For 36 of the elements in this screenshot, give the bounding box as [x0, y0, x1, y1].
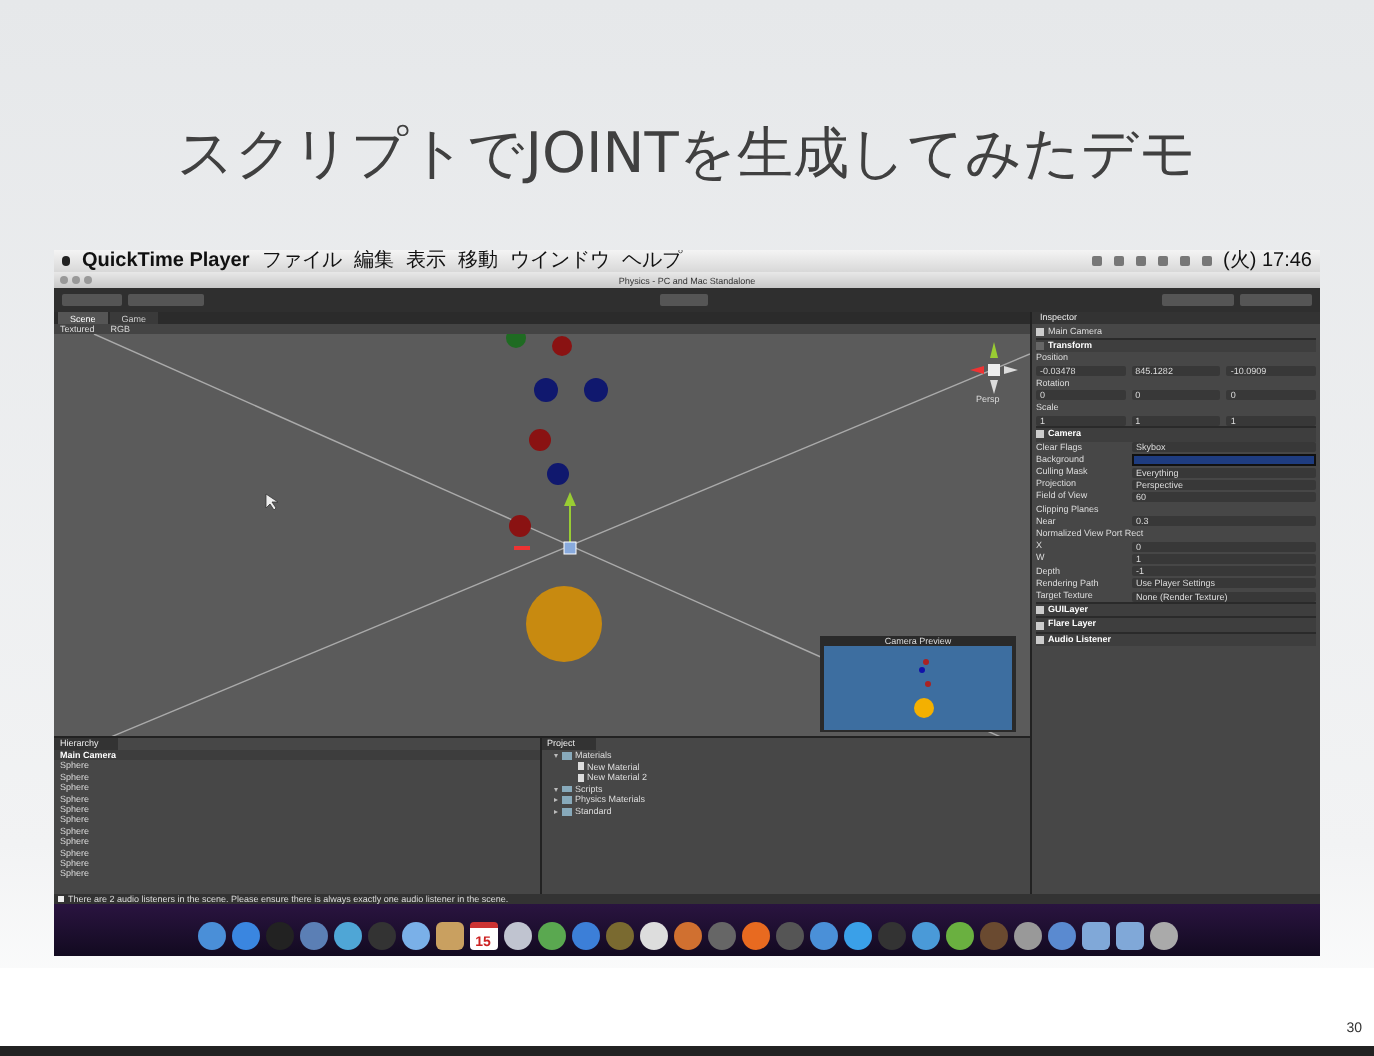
menu-item[interactable]: 表示	[405, 250, 446, 272]
checkbox[interactable]	[1036, 606, 1044, 615]
app-icon[interactable]	[197, 922, 225, 950]
folder-icon	[561, 752, 571, 760]
app-icon[interactable]	[1149, 922, 1177, 950]
menu-app-name[interactable]: QuickTime Player	[82, 250, 250, 272]
info-icon	[58, 896, 64, 902]
app-icon[interactable]	[401, 922, 429, 950]
checkbox[interactable]	[1036, 430, 1044, 439]
move-gizmo-drawing[interactable]	[514, 492, 577, 555]
checkbox[interactable]	[1036, 635, 1044, 644]
app-icon[interactable]	[333, 922, 361, 950]
app-icon[interactable]	[1013, 922, 1041, 950]
axis-gizmo-drawing[interactable]	[970, 342, 1018, 394]
checkbox[interactable]	[1036, 621, 1044, 630]
app-icon[interactable]	[809, 922, 837, 950]
menu-item[interactable]: 移動	[457, 250, 498, 272]
menu-clock[interactable]: (火) 17:46	[1223, 250, 1312, 272]
slide-title: スクリプトでJOINTを生成してみたデモ	[177, 118, 1197, 190]
menu-item[interactable]: ファイル	[261, 250, 342, 272]
color-swatch[interactable]	[1132, 453, 1316, 466]
app-icon[interactable]	[639, 922, 667, 950]
checkbox[interactable]	[1036, 328, 1044, 336]
cursor-icon	[265, 493, 279, 511]
app-icon[interactable]	[435, 922, 463, 950]
app-icon[interactable]	[911, 922, 939, 950]
app-icon[interactable]	[537, 922, 565, 950]
app-icon[interactable]	[843, 922, 871, 950]
app-icon[interactable]	[503, 922, 531, 950]
app-icon[interactable]	[741, 922, 769, 950]
menu-item[interactable]: ウインドウ	[509, 250, 610, 272]
apple-icon[interactable]	[62, 256, 70, 266]
app-icon[interactable]	[945, 922, 973, 950]
menu-item[interactable]: 編集	[353, 250, 394, 272]
app-icon[interactable]	[1081, 922, 1109, 950]
app-icon[interactable]	[1115, 922, 1143, 950]
